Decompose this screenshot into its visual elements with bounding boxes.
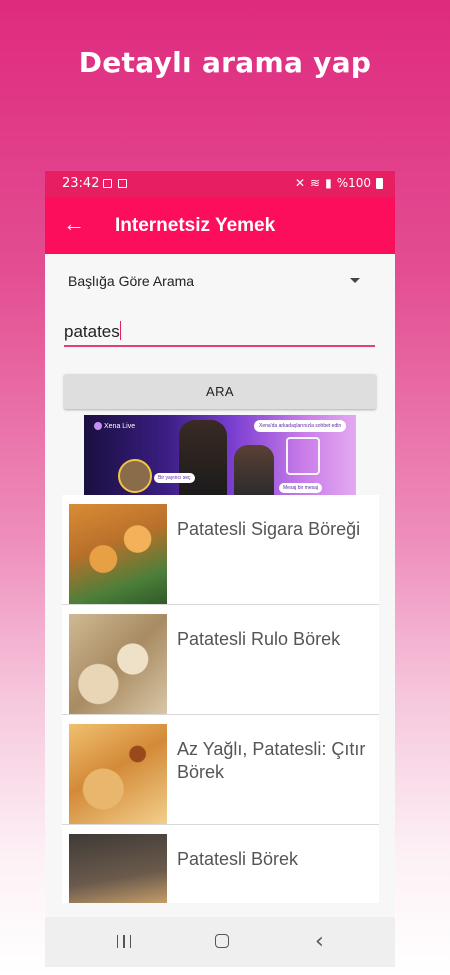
status-right: ✕ ≋ ▮ %100 xyxy=(295,176,383,190)
signal-icon: ▮ xyxy=(325,176,332,190)
recipe-thumbnail xyxy=(69,724,167,824)
search-button[interactable]: ARA xyxy=(64,374,376,409)
battery-icon xyxy=(376,177,383,189)
ad-bubble-right: Mesaj bir mesaj xyxy=(279,483,323,493)
mute-icon: ✕ xyxy=(294,176,306,190)
search-input-underline xyxy=(64,345,375,347)
ad-banner[interactable]: Xena Live Xena'da arkadaşlarınızla sohbe… xyxy=(84,415,356,495)
recipe-thumbnail xyxy=(69,614,167,714)
gallery-notification-icon xyxy=(103,179,112,188)
ad-bubble-top: Xena'da arkadaşlarınızla sohbet edin xyxy=(254,420,347,432)
ad-logo-text: Xena Live xyxy=(104,422,136,430)
ad-logo-icon xyxy=(94,422,102,430)
ad-logo: Xena Live xyxy=(94,422,135,430)
list-item[interactable]: Az Yağlı, Patatesli: Çıtır Börek xyxy=(62,715,379,825)
app-bar: ← Internetsiz Yemek xyxy=(45,197,395,254)
battery-percent: %100 xyxy=(336,176,371,190)
app-title: Internetsiz Yemek xyxy=(115,215,276,236)
status-bar: 23:42 ✕ ≋ ▮ %100 xyxy=(45,171,395,197)
download-notification-icon xyxy=(118,179,127,188)
nav-back-icon[interactable]: ‹ xyxy=(315,931,324,953)
list-item[interactable]: Patatesli Sigara Böreği xyxy=(62,495,379,605)
back-arrow-icon[interactable]: ← xyxy=(63,212,85,236)
ad-bubble-left: Bir yayıncı seç xyxy=(154,473,195,483)
system-nav-bar: ‹ xyxy=(45,917,395,967)
ad-person-image xyxy=(179,420,227,495)
recipe-title: Patatesli Börek xyxy=(177,849,299,869)
search-input-value: patates xyxy=(64,322,120,341)
home-icon[interactable] xyxy=(215,934,229,948)
search-input[interactable]: patates xyxy=(64,321,122,342)
ad-avatar xyxy=(118,459,152,493)
ad-frame-image xyxy=(286,437,320,475)
text-cursor xyxy=(119,321,122,340)
list-item[interactable]: Patatesli Rulo Börek xyxy=(62,605,379,715)
recipe-title: Az Yağlı, Patatesli: Çıtır Börek xyxy=(177,739,366,782)
promo-headline: Detaylı arama yap xyxy=(78,46,372,79)
search-mode-dropdown[interactable]: Başlığa Göre Arama xyxy=(68,273,194,289)
recipe-thumbnail xyxy=(69,504,167,604)
phone-screen: 23:42 ✕ ≋ ▮ %100 ← Internetsiz Yemek Baş… xyxy=(45,171,395,967)
recent-apps-icon[interactable] xyxy=(117,935,131,948)
ad-person-image-2 xyxy=(234,445,274,495)
status-time: 23:42 xyxy=(62,176,100,191)
recipe-thumbnail xyxy=(69,834,167,903)
dropdown-arrow-icon[interactable] xyxy=(350,278,360,283)
results-list: Patatesli Sigara Böreği Patatesli Rulo B… xyxy=(62,495,379,903)
recipe-title: Patatesli Rulo Börek xyxy=(177,629,341,649)
list-item[interactable]: Patatesli Börek xyxy=(62,825,379,903)
wifi-icon: ≋ xyxy=(310,176,321,190)
recipe-title: Patatesli Sigara Böreği xyxy=(177,519,361,539)
